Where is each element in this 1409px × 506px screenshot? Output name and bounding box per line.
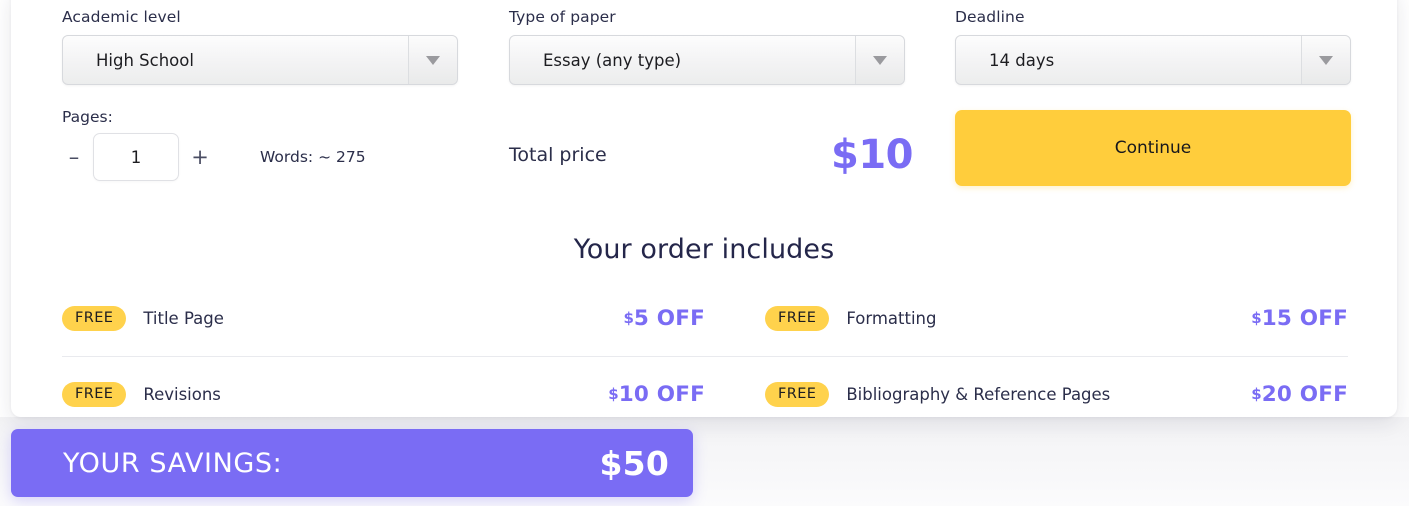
pages-decrement-button[interactable]: –: [62, 146, 86, 168]
offer-item-bibliography: FREE Bibliography & Reference Pages $20 …: [705, 357, 1348, 432]
pages-increment-button[interactable]: +: [188, 146, 212, 168]
order-includes-list: FREE Title Page $5 OFF FREE Formatting $…: [62, 281, 1348, 432]
pages-input[interactable]: [93, 133, 179, 181]
currency-symbol: $: [608, 385, 619, 403]
pages-price-row: Pages: – + Words: ~ 275 Total price $10 …: [11, 108, 1397, 198]
pages-block: Pages: – + Words: ~ 275: [62, 108, 366, 182]
academic-level-field: Academic level High School: [62, 8, 458, 85]
chevron-down-icon: [426, 55, 440, 65]
total-price-block: Total price $10: [509, 132, 914, 178]
order-card: Academic level High School Type of paper…: [11, 0, 1397, 417]
total-price-label: Total price: [509, 144, 607, 166]
total-price-amount: $10: [831, 132, 914, 178]
deadline-field: Deadline 14 days: [955, 8, 1351, 85]
free-badge: FREE: [62, 381, 127, 408]
currency-symbol: $: [1251, 385, 1262, 403]
offer-item-revisions: FREE Revisions $10 OFF: [62, 357, 705, 432]
order-includes-title: Your order includes: [573, 234, 835, 265]
continue-button[interactable]: Continue: [955, 110, 1351, 186]
selectors-row: Academic level High School Type of paper…: [62, 8, 1362, 108]
offer-name: Bibliography & Reference Pages: [846, 385, 1111, 404]
offer-name: Formatting: [846, 309, 937, 328]
offer-item-formatting: FREE Formatting $15 OFF: [705, 281, 1348, 356]
type-of-paper-arrow-box[interactable]: [855, 36, 904, 84]
savings-amount: $50: [599, 443, 669, 483]
pages-stepper: – + Words: ~ 275: [62, 132, 366, 182]
chevron-down-icon: [873, 55, 887, 65]
pages-label: Pages:: [62, 108, 113, 126]
deadline-label: Deadline: [955, 8, 1025, 26]
type-of-paper-value: Essay (any type): [543, 50, 682, 70]
offer-name: Title Page: [143, 309, 224, 328]
your-savings-banner: YOUR SAVINGS: $50: [11, 429, 693, 497]
deadline-select[interactable]: 14 days: [955, 35, 1351, 85]
deadline-arrow-box[interactable]: [1301, 36, 1350, 84]
offer-discount: $20 OFF: [1251, 382, 1348, 407]
academic-level-label: Academic level: [62, 8, 181, 26]
discount-amount: 15 OFF: [1261, 306, 1348, 331]
order-configurator-page: Academic level High School Type of paper…: [0, 0, 1409, 506]
deadline-value: 14 days: [989, 50, 1055, 70]
free-badge: FREE: [62, 305, 127, 332]
type-of-paper-select[interactable]: Essay (any type): [509, 35, 905, 85]
currency-symbol: $: [1251, 309, 1262, 327]
free-badge: FREE: [765, 305, 830, 332]
offer-name: Revisions: [143, 385, 221, 404]
type-of-paper-field: Type of paper Essay (any type): [509, 8, 905, 85]
chevron-down-icon: [1319, 55, 1333, 65]
academic-level-select[interactable]: High School: [62, 35, 458, 85]
offers-row: FREE Revisions $10 OFF FREE Bibliography…: [62, 356, 1348, 432]
words-count-label: Words: ~ 275: [260, 148, 366, 166]
currency-symbol: $: [623, 309, 634, 327]
offer-discount: $10 OFF: [608, 382, 705, 407]
free-badge: FREE: [765, 381, 830, 408]
discount-amount: 10 OFF: [618, 382, 705, 407]
offers-row: FREE Title Page $5 OFF FREE Formatting $…: [62, 281, 1348, 356]
offer-discount: $5 OFF: [623, 306, 705, 331]
offer-discount: $15 OFF: [1251, 306, 1348, 331]
type-of-paper-label: Type of paper: [509, 8, 616, 26]
academic-level-value: High School: [96, 50, 194, 70]
academic-level-arrow-box[interactable]: [408, 36, 457, 84]
offer-item-title-page: FREE Title Page $5 OFF: [62, 281, 705, 356]
discount-amount: 5 OFF: [633, 306, 705, 331]
discount-amount: 20 OFF: [1261, 382, 1348, 407]
savings-label: YOUR SAVINGS:: [63, 447, 283, 479]
